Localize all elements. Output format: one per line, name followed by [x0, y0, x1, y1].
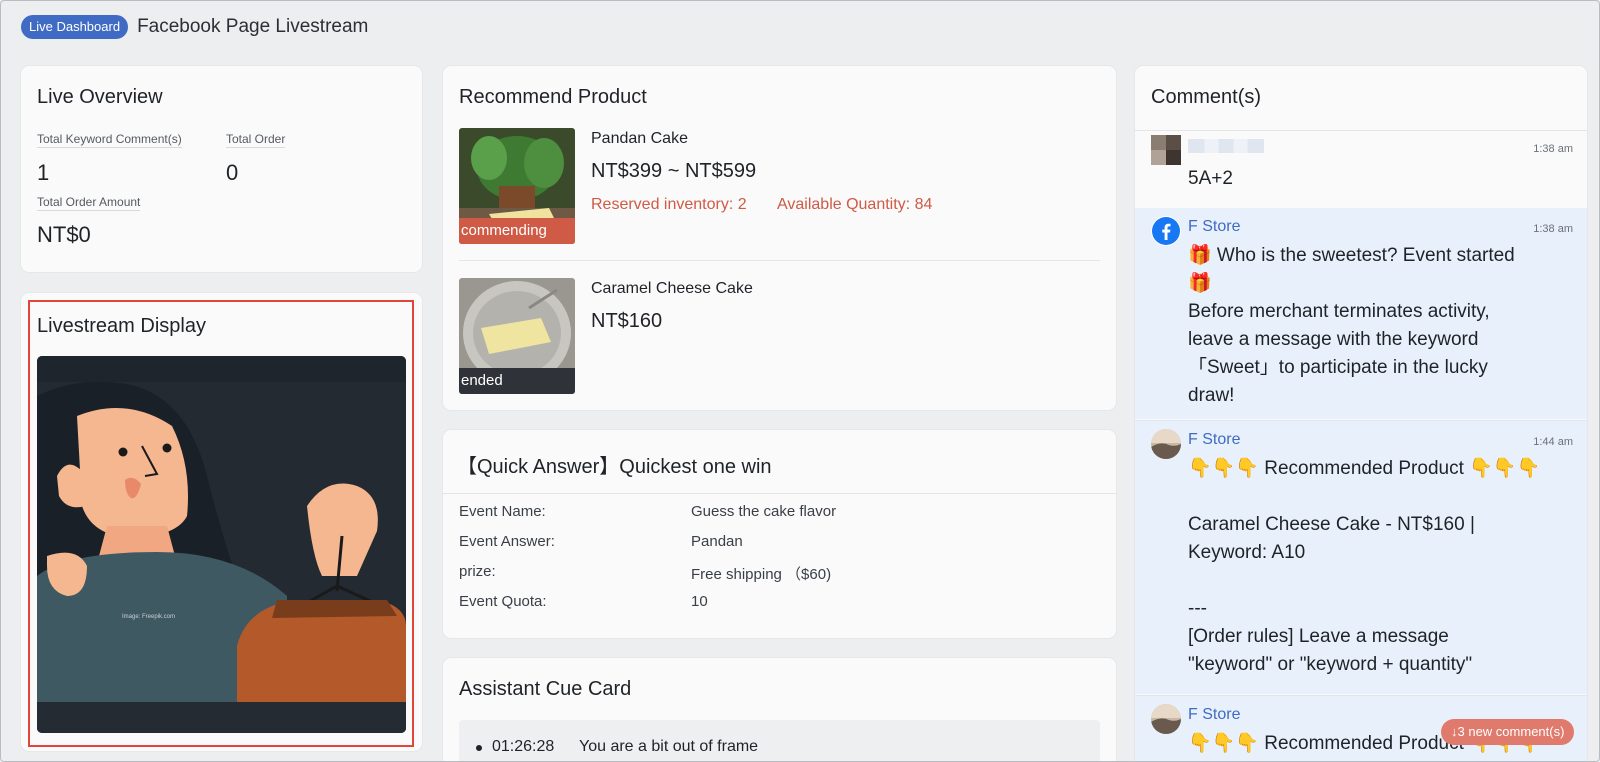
product-price: NT$160	[591, 310, 663, 332]
comments-title: Comment(s)	[1151, 86, 1262, 108]
event-name-label: Event Name:	[459, 503, 546, 520]
comment-time: 1:38 am	[1533, 143, 1573, 155]
event-name-value: Guess the cake flavor	[691, 503, 837, 520]
avatar	[1151, 704, 1181, 734]
app-frame: Live Dashboard Facebook Page Livestream …	[0, 0, 1600, 762]
product-thumbnail: commending	[459, 128, 575, 244]
prize-value: Free shipping （$60)	[691, 566, 832, 583]
quick-answer-card: 【Quick Answer】Quickest one win Event Nam…	[443, 430, 1116, 638]
avatar	[1151, 216, 1181, 246]
product-divider	[459, 260, 1100, 261]
facebook-icon	[1152, 217, 1180, 245]
comment-author: F Store	[1188, 431, 1241, 448]
comment-text: 5A+2	[1188, 168, 1233, 189]
event-quota-label: Event Quota:	[459, 593, 547, 610]
live-overview-title: Live Overview	[37, 86, 163, 108]
comment-item[interactable]: F Store 1:44 am 👇👇👇 Recommended Product …	[1135, 420, 1587, 694]
quick-answer-title: 【Quick Answer】Quickest one win	[457, 456, 772, 478]
sunset-avatar-icon	[1151, 704, 1181, 734]
livestream-display-title: Livestream Display	[37, 315, 206, 337]
assistant-cue-title: Assistant Cue Card	[459, 678, 632, 700]
live-dashboard-badge[interactable]: Live Dashboard	[21, 15, 129, 39]
product-item[interactable]: ended Caramel Cheese Cake NT$160	[459, 278, 1100, 394]
live-overview-card: Live Overview Total Keyword Comment(s) 1…	[21, 66, 422, 272]
avatar	[1151, 429, 1181, 459]
cue-text: You are a bit out of frame	[579, 738, 759, 755]
available-quantity: Available Quantity: 84	[777, 196, 933, 213]
event-quota-value: 10	[691, 593, 708, 610]
pixelated-avatar-icon	[1151, 135, 1181, 165]
comment-text: 🎁 Who is the sweetest? Event started 🎁 B…	[1188, 245, 1515, 406]
comment-author: F Store	[1188, 218, 1241, 235]
livestream-video[interactable]: Image: Freepik.com	[37, 356, 406, 733]
event-answer-value: Pandan	[691, 533, 743, 550]
recommend-product-card: Recommend Product commending Pandan Cake…	[443, 66, 1116, 410]
keyword-comments-label: Total Keyword Comment(s)	[37, 132, 182, 148]
comment-author: F Store	[1188, 706, 1241, 723]
prize-label: prize:	[459, 563, 496, 580]
page-title: Facebook Page Livestream	[137, 16, 369, 37]
comment-time: 1:38 am	[1533, 223, 1573, 235]
product-name: Caramel Cheese Cake	[591, 280, 753, 297]
stream-watermark: Image: Freepik.com	[122, 614, 175, 620]
event-answer-label: Event Answer:	[459, 533, 555, 550]
comment-text: 👇👇👇 Recommended Product 👇👇👇 Caramel Chee…	[1188, 458, 1541, 675]
order-amount-label: Total Order Amount	[37, 195, 141, 211]
quick-answer-divider	[443, 493, 1116, 494]
product-name: Pandan Cake	[591, 130, 688, 147]
avatar	[1151, 135, 1181, 165]
keyword-comments-value: 1	[37, 160, 50, 185]
bullet-icon	[476, 745, 482, 751]
comments-card: Comment(s) 1:38 am 5A+2 F Store 1:38 am …	[1135, 66, 1587, 761]
order-amount-value: NT$0	[37, 222, 91, 247]
recommend-product-title: Recommend Product	[459, 86, 647, 108]
assistant-cue-card: Assistant Cue Card 01:26:28 You are a bi…	[443, 658, 1116, 761]
product-price: NT$399 ~ NT$599	[591, 160, 757, 182]
page-header: Live Dashboard Facebook Page Livestream	[21, 15, 368, 39]
livestream-display-card: Livestream Display Image: Freepik.com	[21, 293, 422, 751]
product-item[interactable]: commending Pandan Cake NT$399 ~ NT$599 R…	[459, 128, 1100, 258]
product-thumbnail: ended	[459, 278, 575, 394]
total-order-label: Total Order	[226, 132, 286, 148]
cue-timestamp: 01:26:28	[492, 738, 555, 755]
livestream-illustration: Image: Freepik.com	[37, 356, 406, 733]
total-order-value: 0	[226, 160, 239, 185]
reserved-inventory: Reserved inventory: 2	[591, 196, 747, 213]
comment-item[interactable]: F Store 1:38 am 🎁 Who is the sweetest? E…	[1135, 208, 1587, 419]
comment-time: 1:44 am	[1533, 436, 1573, 448]
sunset-avatar-icon	[1151, 429, 1181, 459]
ended-tag: ended	[459, 368, 575, 394]
comment-item[interactable]: 1:38 am 5A+2	[1135, 131, 1587, 207]
new-comments-button[interactable]: ↓3 new comment(s)	[1441, 719, 1575, 745]
recommending-tag: commending	[459, 218, 575, 244]
cue-item[interactable]: 01:26:28 You are a bit out of frame	[459, 720, 1100, 761]
blurred-username	[1188, 139, 1264, 153]
